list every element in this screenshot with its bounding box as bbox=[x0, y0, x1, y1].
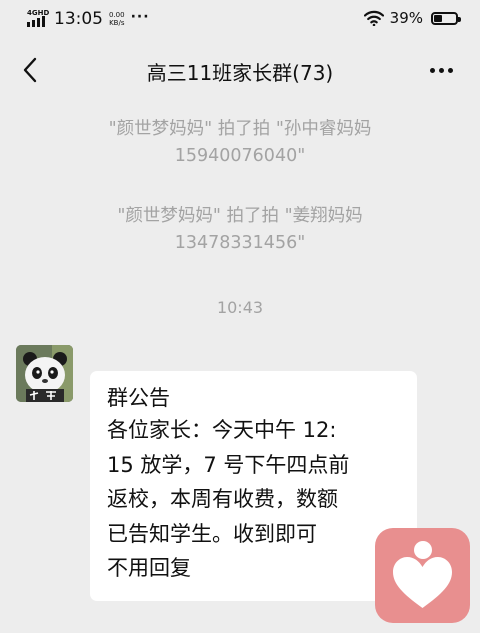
network-speed-value: 0.00 bbox=[109, 11, 125, 19]
announcement-title: 群公告 bbox=[107, 386, 170, 410]
announcement-body: 各位家长：今天中午 12: 15 放学，7 号下午四点前 返校，本周有收费，数额… bbox=[107, 418, 350, 580]
notification-more-icon: ··· bbox=[130, 9, 150, 25]
more-horizontal-icon bbox=[429, 68, 435, 73]
network-speed: 0.00 KB/s bbox=[109, 11, 125, 27]
panda-avatar-image bbox=[16, 345, 73, 402]
battery-icon bbox=[431, 11, 461, 25]
system-message-pat-1: "颜世梦妈妈" 拍了拍 "孙中睿妈妈 15940076040" bbox=[108, 119, 372, 166]
chat-header: 高三11班家长群(73) bbox=[0, 40, 480, 102]
wifi-icon bbox=[363, 10, 384, 26]
chat-title: 高三11班家长群(73) bbox=[146, 61, 334, 85]
status-left: 4GHD 13:05 0.00 KB/s ··· bbox=[26, 9, 150, 29]
floating-heart-button[interactable] bbox=[375, 528, 470, 623]
system-message-pat-2: "颜世梦妈妈" 拍了拍 "姜翔妈妈 13478331456" bbox=[117, 206, 363, 253]
status-right: 39% bbox=[363, 9, 461, 27]
heart-person-icon bbox=[393, 541, 452, 608]
signal-icon: 4GHD bbox=[26, 9, 50, 28]
status-bar: 4GHD 13:05 0.00 KB/s ··· 39% bbox=[0, 0, 480, 38]
status-time: 13:05 bbox=[54, 9, 103, 29]
network-type-label: 4GHD bbox=[27, 9, 50, 17]
announcement-message-bubble[interactable]: 群公告 各位家长：今天中午 12: 15 放学，7 号下午四点前 返校，本周有收… bbox=[90, 371, 417, 601]
message-timestamp: 10:43 bbox=[216, 298, 264, 317]
network-speed-unit: KB/s bbox=[109, 19, 125, 27]
battery-fill bbox=[434, 14, 442, 22]
more-options-button[interactable] bbox=[424, 58, 458, 82]
sender-avatar[interactable] bbox=[16, 345, 73, 402]
battery-percent: 39% bbox=[389, 9, 423, 27]
